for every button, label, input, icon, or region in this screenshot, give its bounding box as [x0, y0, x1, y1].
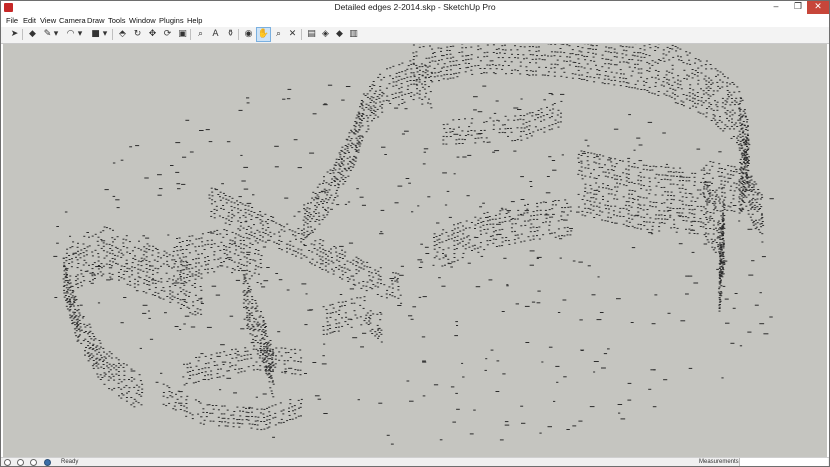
zoom-icon[interactable]: ⌕: [272, 28, 285, 41]
warehouse-icon[interactable]: ▤: [305, 28, 318, 41]
eraser-icon[interactable]: ◆: [26, 28, 39, 41]
push-pull-icon[interactable]: ⬘: [116, 28, 129, 41]
menu-draw[interactable]: Draw: [87, 16, 105, 25]
status-bar: Ready Measurements: [1, 457, 829, 466]
maximize-button[interactable]: ❐: [787, 1, 809, 14]
title-bar: Detailed edges 2-2014.skp - SketchUp Pro…: [1, 1, 829, 15]
dropdown-icon[interactable]: ▾: [52, 28, 60, 41]
close-button[interactable]: ✕: [807, 1, 829, 14]
text-icon[interactable]: A: [209, 28, 222, 41]
measurements-field[interactable]: [739, 458, 828, 466]
toolbar-separator: [238, 29, 239, 40]
menu-window[interactable]: Window: [129, 16, 156, 25]
menu-view[interactable]: View: [40, 16, 56, 25]
paint-bucket-icon[interactable]: ⚱: [224, 28, 237, 41]
select-icon[interactable]: ➤: [8, 28, 21, 41]
menu-help[interactable]: Help: [187, 16, 202, 25]
extension-warehouse-icon[interactable]: ◆: [333, 28, 346, 41]
window-title: Detailed edges 2-2014.skp - SketchUp Pro: [334, 2, 496, 12]
components-icon[interactable]: ◈: [319, 28, 332, 41]
menu-camera[interactable]: Camera: [59, 16, 86, 25]
menu-edit[interactable]: Edit: [23, 16, 36, 25]
toolbar-separator: [22, 29, 23, 40]
toolbar: ➤ ◆ ✎ ▾ ◠ ▾ ■ ▾ ⬘ ↻ ✥ ⟳ ▣ ⌕ A ⚱ ◉ ✋ ⌕ ✕ …: [1, 27, 829, 44]
zoom-extents-icon[interactable]: ✕: [286, 28, 299, 41]
help-icon[interactable]: [44, 459, 51, 466]
scale-icon[interactable]: ▣: [176, 28, 189, 41]
orbit-icon[interactable]: ◉: [242, 28, 255, 41]
sketchup-window: Detailed edges 2-2014.skp - SketchUp Pro…: [0, 0, 830, 467]
menu-tools[interactable]: Tools: [108, 16, 126, 25]
toolbar-separator: [301, 29, 302, 40]
layout-icon[interactable]: ▥: [347, 28, 360, 41]
toolbar-separator: [112, 29, 113, 40]
user-icon[interactable]: [30, 459, 37, 466]
menu-bar: File Edit View Camera Draw Tools Window …: [1, 15, 829, 27]
pan-icon[interactable]: ✋: [256, 27, 271, 42]
minimize-button[interactable]: ‒: [765, 1, 787, 14]
dropdown-icon[interactable]: ▾: [76, 28, 84, 41]
toolbar-separator: [190, 29, 191, 40]
move-icon[interactable]: ✥: [146, 28, 159, 41]
rotate-icon[interactable]: ⟳: [161, 28, 174, 41]
menu-file[interactable]: File: [6, 16, 18, 25]
geo-location-icon[interactable]: [4, 459, 11, 466]
menu-plugins[interactable]: Plugins: [159, 16, 184, 25]
dropdown-icon[interactable]: ▾: [101, 28, 109, 41]
measurements-label: Measurements: [699, 459, 739, 465]
status-text: Ready: [61, 459, 79, 465]
tape-measure-icon[interactable]: ⌕: [194, 28, 207, 41]
credits-icon[interactable]: [17, 459, 24, 466]
follow-me-icon[interactable]: ↻: [131, 28, 144, 41]
point-cloud-model: [53, 44, 774, 445]
model-viewport[interactable]: [3, 44, 827, 457]
